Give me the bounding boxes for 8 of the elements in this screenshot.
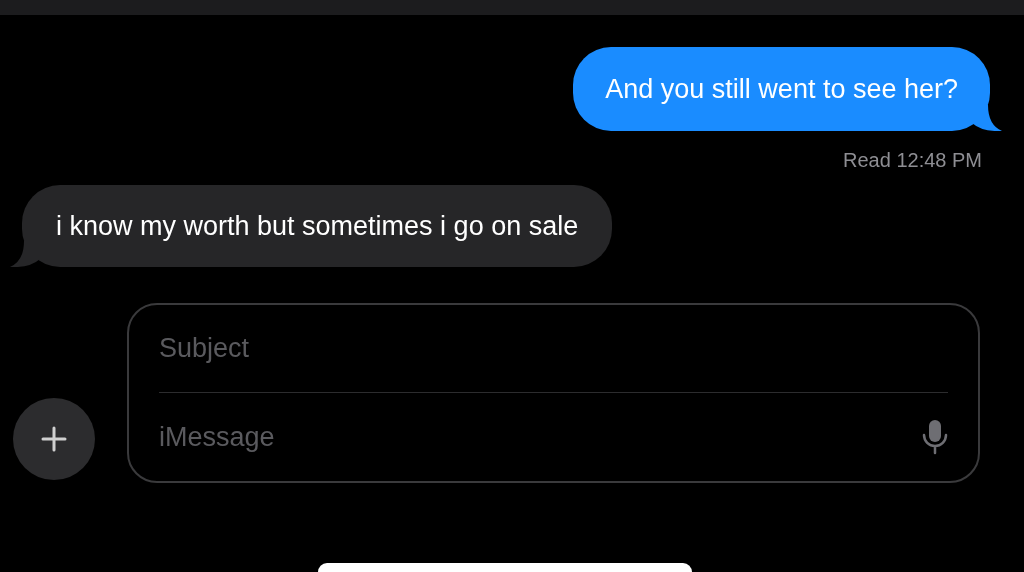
plus-icon bbox=[41, 426, 67, 452]
bubble-tail bbox=[972, 105, 1002, 131]
read-receipt: Read 12:48 PM bbox=[843, 148, 982, 173]
bubble-tail bbox=[10, 241, 40, 267]
microphone-icon[interactable] bbox=[922, 419, 948, 455]
message-field[interactable]: iMessage bbox=[159, 393, 922, 481]
subject-field[interactable]: Subject bbox=[159, 305, 948, 393]
message-composer[interactable]: Subject iMessage bbox=[127, 303, 980, 483]
